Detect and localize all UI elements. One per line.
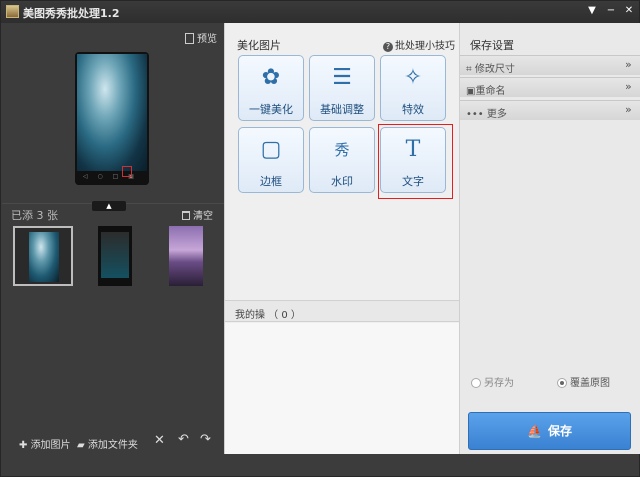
- rotate-left-icon[interactable]: ↶: [178, 432, 189, 447]
- tulip-icon: ✿: [261, 65, 281, 90]
- add-image-label: 添加图片: [30, 440, 71, 451]
- app-icon: [6, 5, 19, 18]
- preview-icon: [185, 33, 194, 44]
- tool-basic-adjust[interactable]: ☰ 基础调整: [309, 55, 375, 121]
- tool-label: 基础调整: [320, 103, 364, 116]
- trash-icon: [182, 211, 190, 220]
- selection-highlight: [378, 124, 453, 199]
- tool-label: 水印: [331, 175, 353, 188]
- tool-effects[interactable]: ✧ 特效: [380, 55, 446, 121]
- section-resize-label: ⌗ 修改尺寸: [466, 60, 515, 75]
- tool-label: 特效: [402, 103, 424, 116]
- add-image-button[interactable]: ✚ 添加图片: [19, 436, 71, 451]
- delete-icon[interactable]: ✕: [154, 433, 165, 448]
- app-window: 美图秀秀批处理1.2 ▼ − ✕ 预览 ◁ ○ □ ▣ ▲ 已添 3 张 清空 …: [0, 0, 640, 477]
- preview-button[interactable]: 预览: [185, 30, 217, 45]
- clear-button[interactable]: 清空: [182, 207, 213, 222]
- chevron-icon: »: [625, 80, 632, 93]
- section-more[interactable]: ••• 更多 »: [460, 100, 640, 120]
- minimize-button[interactable]: −: [604, 5, 618, 17]
- tips-label: 批处理小技巧: [395, 41, 455, 52]
- collapse-toggle[interactable]: ▲: [92, 201, 126, 211]
- thumbnail-image: [29, 232, 59, 282]
- phone-highlight-box: [122, 166, 132, 177]
- section-resize-text: 修改尺寸: [474, 64, 515, 75]
- radio-save-as-label: 另存为: [484, 378, 514, 389]
- plus-icon: ✚: [19, 440, 31, 451]
- tips-link[interactable]: ? 批处理小技巧: [383, 37, 455, 52]
- chevron-icon: »: [625, 58, 632, 71]
- preview-image: [77, 54, 147, 171]
- thumbnail-2[interactable]: [98, 226, 132, 286]
- radio-dot-selected: [557, 378, 567, 388]
- tool-one-click-beautify[interactable]: ✿ 一键美化: [238, 55, 304, 121]
- radio-overwrite-label: 覆盖原图: [570, 378, 610, 389]
- radio-save-as[interactable]: 另存为: [471, 374, 514, 389]
- save-settings-panel: 保存设置 ⌗ 修改尺寸 » ▣重命名 » ••• 更多 » 另存为 覆盖原图 ⛵…: [459, 23, 640, 454]
- frame-icon: ▢: [260, 137, 282, 162]
- section-more-text: 更多: [486, 109, 507, 120]
- added-count: 已添 3 张: [11, 209, 58, 222]
- sliders-icon: ☰: [332, 65, 352, 90]
- tool-watermark[interactable]: 秀 水印: [309, 127, 375, 193]
- title-bar: 美图秀秀批处理1.2 ▼ − ✕: [1, 1, 639, 23]
- add-folder-label: 添加文件夹: [87, 440, 138, 451]
- left-panel: 预览 ◁ ○ □ ▣ ▲ 已添 3 张 清空 ✚ 添加图片 ▰ 添加文件夹 ✕ …: [2, 23, 224, 454]
- preview-label: 预览: [197, 34, 217, 45]
- magic-wand-icon: ✧: [403, 65, 423, 90]
- add-folder-button[interactable]: ▰ 添加文件夹: [77, 436, 138, 451]
- save-settings-title: 保存设置: [470, 39, 514, 52]
- phone-navbar: ◁ ○ □ ▣: [75, 172, 149, 185]
- radio-dot: [471, 378, 481, 388]
- tool-label: 一键美化: [249, 103, 293, 116]
- operations-list: [225, 323, 460, 454]
- beautify-title: 美化图片: [237, 39, 281, 52]
- thumbnail-1[interactable]: [13, 226, 73, 286]
- section-more-label: ••• 更多: [466, 105, 507, 120]
- menu-icon[interactable]: ▼: [585, 5, 599, 17]
- help-icon: ?: [383, 42, 393, 52]
- operations-label: 我的操 （ 0 ）: [235, 310, 301, 321]
- save-icon: ⛵: [527, 424, 542, 438]
- more-icon: •••: [466, 109, 484, 120]
- operations-header: 我的操 （ 0 ）: [225, 300, 460, 322]
- save-button[interactable]: ⛵ 保存: [468, 412, 631, 450]
- folder-icon: ▰: [77, 440, 88, 451]
- radio-overwrite[interactable]: 覆盖原图: [557, 374, 610, 389]
- thumbnail-3[interactable]: [169, 226, 203, 286]
- close-button[interactable]: ✕: [622, 5, 636, 17]
- phone-preview: ◁ ○ □ ▣: [75, 52, 149, 185]
- beautify-panel: 美化图片 ? 批处理小技巧 ✿ 一键美化 ☰ 基础调整 ✧ 特效 ▢ 边框 秀 水…: [224, 23, 460, 454]
- left-toolbar: ✚ 添加图片 ▰ 添加文件夹 ✕ ↶ ↷: [2, 429, 224, 454]
- rotate-right-icon[interactable]: ↷: [200, 432, 211, 447]
- tool-label: 边框: [260, 175, 282, 188]
- section-rename-text: 重命名: [475, 86, 506, 97]
- section-resize[interactable]: ⌗ 修改尺寸 »: [460, 55, 640, 75]
- clear-label: 清空: [193, 211, 213, 222]
- window-title: 美图秀秀批处理1.2: [23, 7, 120, 20]
- save-label: 保存: [547, 424, 572, 438]
- watermark-icon: 秀: [334, 141, 350, 159]
- section-rename-label: ▣重命名: [466, 82, 505, 97]
- crop-icon: ⌗: [466, 64, 472, 75]
- chevron-icon: »: [625, 103, 632, 116]
- thumbnail-image: [101, 232, 129, 278]
- tool-frame[interactable]: ▢ 边框: [238, 127, 304, 193]
- section-rename[interactable]: ▣重命名 »: [460, 77, 640, 97]
